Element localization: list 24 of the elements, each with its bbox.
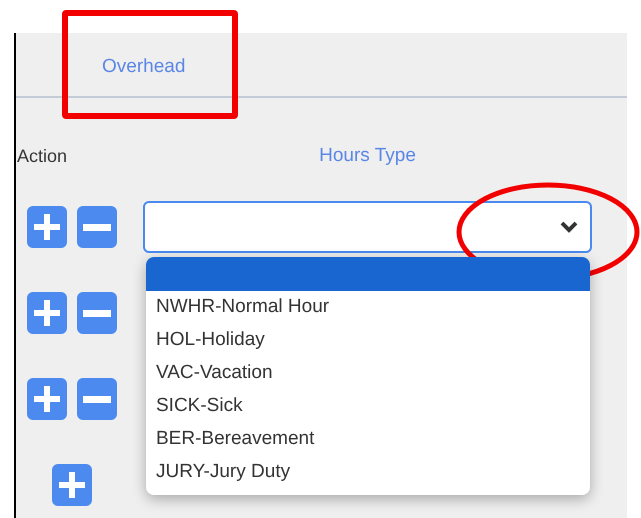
dropdown-option[interactable]: JURY-Jury Duty [146,456,590,489]
remove-button[interactable] [77,378,117,420]
minus-icon [83,224,111,230]
plus-icon [59,472,85,498]
remove-button[interactable] [77,206,117,248]
plus-icon [34,214,60,240]
add-button[interactable] [27,378,67,420]
dropdown-option[interactable]: HOL-Holiday [146,324,590,357]
column-header: Hours Type [318,144,417,168]
minus-icon [83,310,111,316]
minus-icon [83,396,111,402]
dropdown-option[interactable]: NWHR-Normal Hour [146,291,590,324]
dropdown-option[interactable]: BER-Bereavement [146,423,590,456]
plus-icon [34,386,60,412]
add-button[interactable] [27,292,67,334]
add-button[interactable] [52,464,92,506]
dropdown-option[interactable]: VAC-Vacation [146,357,590,390]
plus-icon [34,300,60,326]
column-header: Action [16,144,68,168]
dropdown-option[interactable]: SICK-Sick [146,390,590,423]
add-button[interactable] [27,206,67,248]
chevron-down-icon [560,221,578,233]
hours-type-select[interactable] [143,201,592,253]
remove-button[interactable] [77,292,117,334]
